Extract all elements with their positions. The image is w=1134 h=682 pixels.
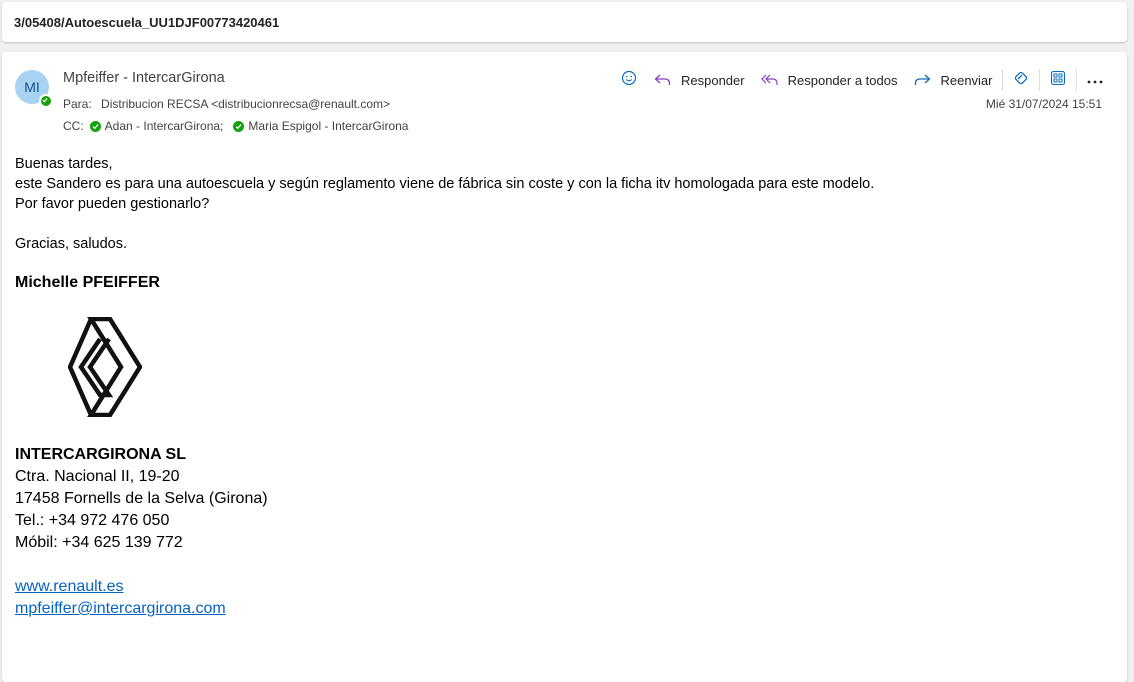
apps-icon bbox=[1050, 70, 1066, 91]
renault-logo bbox=[67, 316, 143, 422]
address-line: 17458 Fornells de la Selva (Girona) bbox=[15, 490, 268, 507]
presence-check-icon bbox=[89, 120, 101, 132]
more-icon bbox=[1087, 71, 1103, 89]
body-line: Por favor pueden gestionarlo? bbox=[15, 196, 210, 212]
reply-all-button[interactable]: Responder a todos bbox=[753, 66, 906, 94]
emoji-icon bbox=[621, 70, 637, 91]
toolbar-divider bbox=[1001, 69, 1003, 91]
cc-label: CC: bbox=[63, 119, 84, 133]
phone: Tel.: +34 972 476 050 bbox=[15, 512, 170, 529]
body-line: Buenas tardes, bbox=[15, 156, 113, 172]
email-subject: 3/05408/Autoescuela_UU1DJF00773420461 bbox=[14, 14, 280, 30]
company-name: INTERCARGIRONA SL bbox=[15, 446, 186, 463]
forward-icon bbox=[913, 73, 931, 87]
reply-label: Responder bbox=[681, 72, 745, 88]
signature-links: www.renault.es mpfeiffer@intercargirona.… bbox=[15, 576, 226, 620]
cc-line: CC: Adan - IntercarGirona; Maria Espigol… bbox=[63, 119, 408, 133]
sender-name[interactable]: Mpfeiffer - IntercarGirona bbox=[63, 70, 225, 86]
message-toolbar: Responder Responder a todos Reenviar bbox=[612, 66, 1112, 94]
to-label: Para: bbox=[63, 97, 92, 111]
forward-label: Reenviar bbox=[940, 72, 993, 88]
signature-company: INTERCARGIRONA SL Ctra. Nacional II, 19-… bbox=[15, 444, 268, 554]
cc-recipient[interactable]: Adan - IntercarGirona; bbox=[105, 119, 224, 133]
cc-recipient[interactable]: Maria Espigol - IntercarGirona bbox=[248, 119, 408, 133]
to-recipient[interactable]: Distribucion RECSA <distribucionrecsa@re… bbox=[101, 97, 390, 111]
loop-button[interactable] bbox=[1004, 66, 1038, 94]
toolbar-divider bbox=[1038, 69, 1040, 91]
to-line: Para: Distribucion RECSA <distribucionre… bbox=[63, 97, 390, 111]
avatar-initials: MI bbox=[24, 79, 40, 95]
address-line: Ctra. Nacional II, 19-20 bbox=[15, 468, 180, 485]
signature-name: Michelle PFEIFFER bbox=[15, 274, 160, 291]
loop-icon bbox=[1012, 69, 1030, 92]
presence-check-icon bbox=[233, 120, 245, 132]
reply-all-icon bbox=[760, 73, 779, 87]
message-card: MI Mpfeiffer - IntercarGirona Para: Dist… bbox=[2, 52, 1127, 682]
reply-all-label: Responder a todos bbox=[787, 72, 898, 88]
website-link[interactable]: www.renault.es bbox=[15, 576, 226, 598]
more-actions-button[interactable] bbox=[1078, 66, 1112, 94]
mobile: Móbil: +34 625 139 772 bbox=[15, 534, 183, 551]
presence-available-icon bbox=[39, 94, 53, 108]
email-link[interactable]: mpfeiffer@intercargirona.com bbox=[15, 598, 226, 620]
message-date: Mié 31/07/2024 15:51 bbox=[985, 97, 1102, 111]
reply-button[interactable]: Responder bbox=[646, 66, 753, 94]
apps-button[interactable] bbox=[1041, 66, 1075, 94]
message-body: Buenas tardes, este Sandero es para una … bbox=[15, 154, 874, 254]
body-line: este Sandero es para una autoescuela y s… bbox=[15, 176, 875, 192]
forward-button[interactable]: Reenviar bbox=[905, 66, 1000, 94]
emoji-reaction-button[interactable] bbox=[612, 66, 646, 94]
subject-bar: 3/05408/Autoescuela_UU1DJF00773420461 bbox=[2, 2, 1127, 42]
toolbar-divider bbox=[1075, 69, 1077, 91]
body-line: Gracias, saludos. bbox=[15, 236, 128, 252]
reply-icon bbox=[654, 73, 672, 87]
